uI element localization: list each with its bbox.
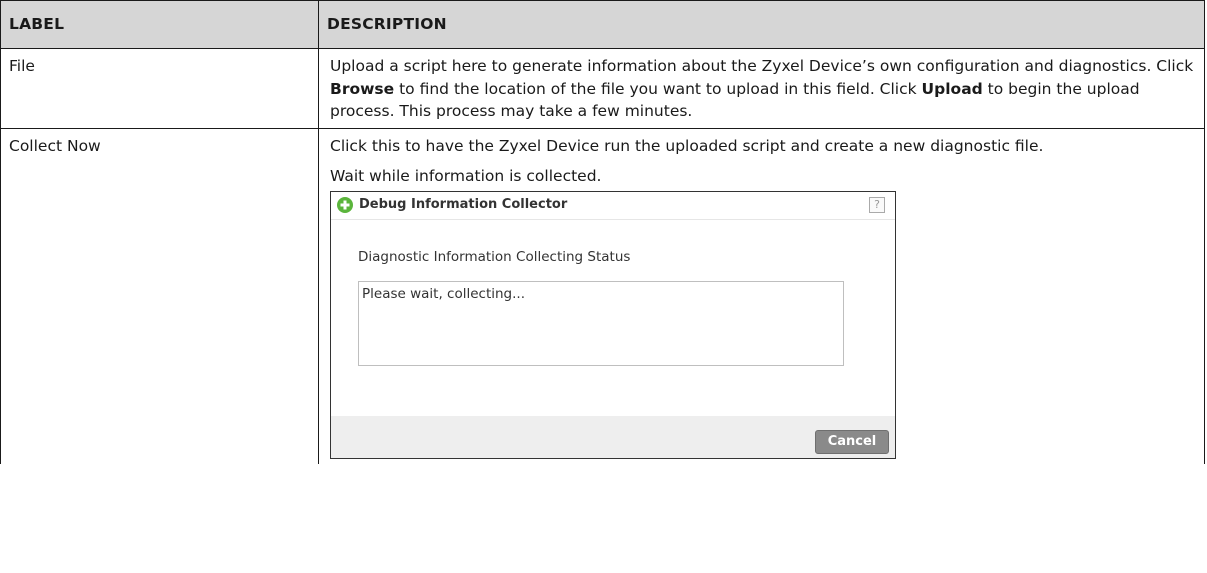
debug-collector-dialog: Debug Information Collector ? Diagnostic… <box>330 190 896 459</box>
desc-keyword-upload: Upload <box>921 79 983 98</box>
collecting-status-textarea[interactable]: Please wait, collecting... <box>358 280 844 366</box>
desc-keyword-browse: Browse <box>330 79 395 98</box>
desc-text: Upload a script here to generate informa… <box>330 57 1194 75</box>
dialog-titlebar: Debug Information Collector ? <box>331 192 895 220</box>
desc-paragraph: Click this to have the Zyxel Device run … <box>330 136 1044 155</box>
table-row: Collect Now Click this to have the Zyxel… <box>0 127 1205 464</box>
dialog-title: Debug Information Collector <box>359 196 568 212</box>
table-row: File Upload a script here to generate in… <box>0 48 1205 129</box>
dialog-footer: Cancel <box>331 415 895 458</box>
row-description-collect-now: Click this to have the Zyxel Device run … <box>318 127 1205 464</box>
cancel-button[interactable]: Cancel <box>815 429 889 454</box>
row-label-collect-now: Collect Now <box>0 127 319 464</box>
help-icon[interactable]: ? <box>869 196 885 213</box>
header-label: LABEL <box>0 0 319 49</box>
desc-text: to find the location of the file you wan… <box>394 79 922 98</box>
add-circle-icon <box>337 197 353 213</box>
description-table: LABEL DESCRIPTION File Upload a script h… <box>0 0 1205 464</box>
row-description-file: Upload a script here to generate informa… <box>318 48 1205 129</box>
table-header-row: LABEL DESCRIPTION <box>0 0 1205 49</box>
collecting-status-label: Diagnostic Information Collecting Status <box>358 248 631 265</box>
desc-paragraph: Wait while information is collected. <box>330 167 602 185</box>
header-description: DESCRIPTION <box>318 0 1205 49</box>
row-label-file: File <box>0 48 319 129</box>
